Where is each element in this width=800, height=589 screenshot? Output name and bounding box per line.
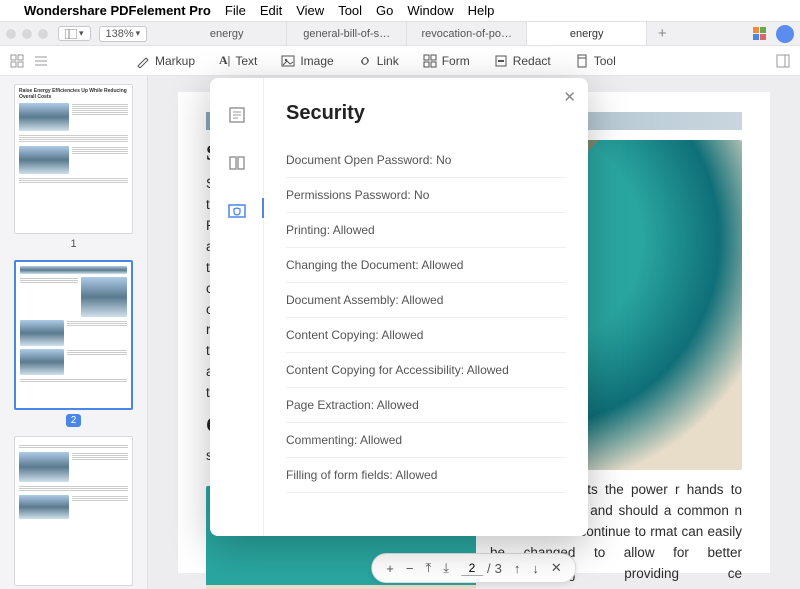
close-dialog-icon[interactable]: ✕ — [563, 88, 576, 106]
security-row-copying-accessibility: Content Copying for Accessibility: Allow… — [286, 353, 566, 388]
properties-dialog: ✕ Security Document Open Password: No Pe… — [210, 78, 588, 536]
description-tab-icon[interactable] — [226, 104, 248, 126]
dialog-sidebar — [210, 78, 264, 536]
dialog-body: Security Document Open Password: No Perm… — [264, 78, 588, 536]
security-row-changing: Changing the Document: Allowed — [286, 248, 566, 283]
initial-view-tab-icon[interactable] — [226, 152, 248, 174]
security-row-permissions-password: Permissions Password: No — [286, 178, 566, 213]
security-row-printing: Printing: Allowed — [286, 213, 566, 248]
security-row-assembly: Document Assembly: Allowed — [286, 283, 566, 318]
security-row-copying: Content Copying: Allowed — [286, 318, 566, 353]
active-tab-indicator — [262, 198, 264, 218]
dialog-title: Security — [286, 102, 566, 125]
security-row-page-extraction: Page Extraction: Allowed — [286, 388, 566, 423]
security-row-open-password: Document Open Password: No — [286, 143, 566, 178]
security-tab-icon[interactable] — [226, 200, 248, 222]
security-row-commenting: Commenting: Allowed — [286, 423, 566, 458]
dialog-overlay: ✕ Security Document Open Password: No Pe… — [0, 0, 800, 589]
security-row-form-fields: Filling of form fields: Allowed — [286, 458, 566, 493]
